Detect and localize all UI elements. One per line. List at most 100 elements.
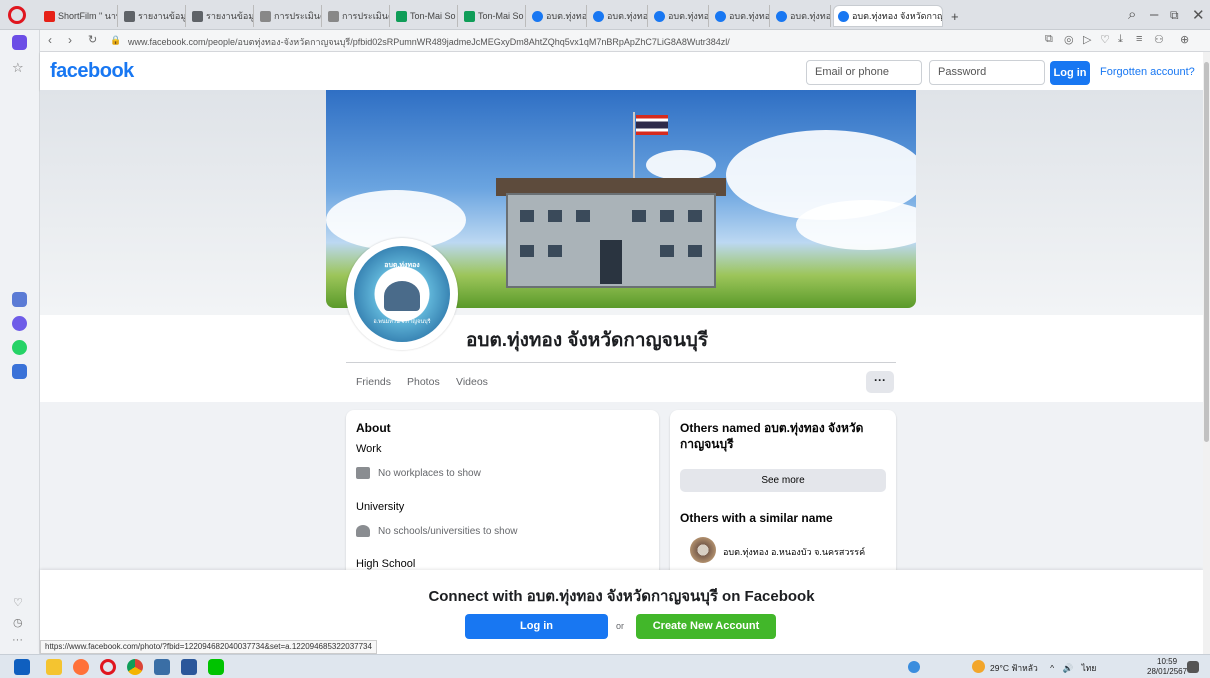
office-building	[506, 193, 716, 288]
browser-tab[interactable]: รายงานข้อมูลสถิติฯ	[120, 5, 186, 27]
browser-tab[interactable]: อบต.ทุ่งทอง จังหวัด	[650, 5, 709, 27]
facebook-logo[interactable]: facebook	[50, 60, 134, 83]
word-icon[interactable]	[181, 659, 197, 675]
weather-text: 29°C ฟ้าหลัว	[990, 663, 1038, 673]
minimize-icon[interactable]: –	[1150, 6, 1158, 23]
language-indicator[interactable]: ไทย	[1081, 663, 1096, 673]
about-title: About	[356, 421, 391, 435]
password-field[interactable]: Password	[929, 60, 1045, 85]
heart-sidebar-icon[interactable]: ♡	[13, 596, 23, 609]
line-icon[interactable]	[208, 659, 224, 675]
tray-chevron-icon[interactable]: ^	[1050, 663, 1054, 673]
browser-tab[interactable]: อบต.ทุ่งทอง จังหวัด	[528, 5, 587, 27]
download-icon[interactable]: ⤓	[1118, 33, 1123, 46]
start-icon[interactable]	[14, 659, 30, 675]
workspace-icon[interactable]	[12, 35, 27, 50]
close-window-icon[interactable]: ✕	[1192, 6, 1205, 24]
network-tray-icon[interactable]	[908, 661, 920, 673]
chrome-icon[interactable]	[127, 659, 143, 675]
email-field[interactable]: Email or phone	[806, 60, 922, 85]
thai-flag	[636, 115, 668, 135]
facebook-icon	[654, 10, 665, 22]
connect-text: Connect with อบต.ทุ่งทอง จังหวัดกาญจนบุร…	[428, 588, 815, 605]
tray-status[interactable]: 29°C ฟ้าหลัว ^ 🔊 ไทย	[990, 661, 1096, 675]
facebook-header: facebook Email or phone Password Log in …	[40, 52, 1203, 90]
scrollbar-thumb[interactable]	[1204, 62, 1209, 442]
university-title: University	[356, 501, 405, 513]
tab-videos[interactable]: Videos	[456, 376, 488, 388]
tab-label: การประเมินคุณภาพฯ	[274, 11, 321, 21]
camera-icon[interactable]: ◎	[1064, 33, 1074, 46]
extensions-icon[interactable]: ⊕	[1180, 33, 1189, 46]
url-field[interactable]: www.facebook.com/people/อบตทุ่งทอง-จังหว…	[128, 35, 730, 49]
forgotten-account-link[interactable]: Forgotten account?	[1100, 66, 1195, 78]
tab-photos[interactable]: Photos	[407, 376, 440, 388]
see-more-button[interactable]: See more	[680, 469, 886, 492]
browser-tab[interactable]: Ton-Mai So Cor	[460, 5, 526, 27]
tab-label: การประเมินคุณภาพฯ	[342, 11, 389, 21]
more-options-button[interactable]: ···	[866, 371, 894, 393]
work-row: No workplaces to show	[356, 467, 481, 479]
browser-tab[interactable]: อบต.ทุ่งทอง จังหวัด	[589, 5, 648, 27]
search-tabs-icon[interactable]: ⌕	[1128, 6, 1136, 23]
tab-label: อบต.ทุ่งทอง จังหวัด	[546, 11, 587, 21]
aria-icon[interactable]	[12, 292, 27, 307]
tab-label: ShortFilm " นาทีฯ	[58, 11, 117, 21]
university-row: No schools/universities to show	[356, 525, 518, 537]
weather-icon[interactable]	[972, 660, 985, 673]
connect-login-button[interactable]: Log in	[465, 614, 608, 639]
graduation-cap-icon	[356, 525, 370, 537]
file-explorer-icon[interactable]	[46, 659, 62, 675]
clock-date: 28/01/2567	[1147, 667, 1188, 676]
opera-logo-icon[interactable]	[8, 6, 26, 24]
star-icon[interactable]: ☆	[12, 60, 24, 76]
profile-avatar[interactable]: อบต.ทุ่งทอง อ.พนมทวน จ.กาญจนบุรี	[346, 238, 458, 350]
similar-page-link[interactable]: อบต.ทุ่งทอง อ.หนองบัว จ.นครสวรรค์	[723, 545, 865, 559]
login-button[interactable]: Log in	[1050, 61, 1090, 85]
briefcase-icon	[356, 467, 370, 479]
page-title: อบต.ทุ่งทอง จังหวัดกาญจนบุรี	[466, 330, 709, 351]
facebook-icon	[838, 10, 849, 22]
forward-icon[interactable]: ›	[68, 33, 72, 47]
browser-tab[interactable]: การประเมินคุณภาพฯ	[324, 5, 390, 27]
highschool-title: High School	[356, 558, 416, 570]
restore-icon[interactable]: ⧉	[1170, 8, 1179, 23]
heart-icon[interactable]: ♡	[1100, 33, 1110, 46]
browser-tab-bar: ShortFilm " นาทีฯ รายงานข้อมูลสถิติฯ รายงา…	[0, 0, 1210, 30]
whatsapp-icon[interactable]	[12, 340, 27, 355]
back-icon[interactable]: ‹	[48, 33, 52, 47]
new-tab-button[interactable]: +	[947, 5, 963, 27]
profile-icon[interactable]: ⚇	[1154, 33, 1164, 46]
notification-icon[interactable]	[1187, 661, 1199, 673]
opera-taskbar-icon[interactable]	[100, 659, 116, 675]
create-account-button[interactable]: Create New Account	[636, 614, 776, 639]
play-icon[interactable]: ▷	[1083, 33, 1091, 46]
history-icon[interactable]: ◷	[13, 616, 23, 629]
firefox-icon[interactable]	[73, 659, 89, 675]
tab-friends[interactable]: Friends	[356, 376, 391, 388]
browser-tab[interactable]: อบต.ทุ่งทอง จังหวัดกาญจนบุรี	[833, 5, 943, 27]
similar-page-avatar[interactable]	[690, 537, 716, 563]
player-icon[interactable]	[12, 364, 27, 379]
university-text: No schools/universities to show	[378, 525, 518, 537]
browser-tab[interactable]: ShortFilm " นาทีฯ	[40, 5, 118, 27]
more-sidebar-icon[interactable]: ···	[12, 634, 23, 646]
snapshot-icon[interactable]: ⧉	[1045, 33, 1053, 46]
browser-tab[interactable]: Ton-Mai So Cor	[392, 5, 458, 27]
about-card	[346, 410, 659, 580]
menu-icon[interactable]: ≡	[1136, 33, 1142, 45]
browser-tab[interactable]: รายงานข้อมูลสถิติฯ	[188, 5, 254, 27]
browser-tab[interactable]: การประเมินคุณภาพฯ	[256, 5, 322, 27]
tab-label: รายงานข้อมูลสถิติฯ	[206, 11, 254, 21]
avatar-text-top: อบต.ทุ่งทอง	[384, 262, 420, 269]
photos-icon[interactable]	[154, 659, 170, 675]
clock[interactable]: 10:59 28/01/2567	[1147, 657, 1187, 677]
messenger-icon[interactable]	[12, 316, 27, 331]
reload-icon[interactable]: ↻	[88, 33, 97, 46]
browser-tab[interactable]: อบต.ทุ่งทอง จังหวัด	[772, 5, 831, 27]
browser-tab[interactable]: อบต.ทุ่งทอง จังหวัด	[711, 5, 770, 27]
lock-icon: 🔒	[110, 35, 122, 45]
tab-label: รายงานข้อมูลสถิติฯ	[138, 11, 186, 21]
speaker-icon[interactable]: 🔊	[1062, 663, 1073, 673]
tab-label: อบต.ทุ่งทอง จังหวัด	[790, 11, 831, 21]
